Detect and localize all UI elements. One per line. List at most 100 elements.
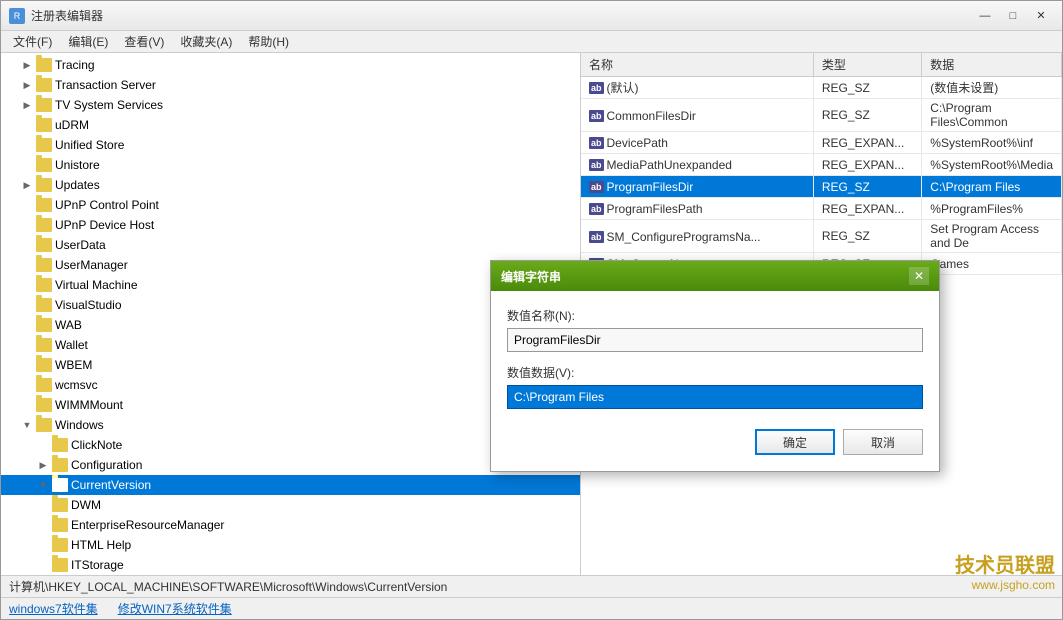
table-row[interactable]: ab DevicePathREG_EXPAN...%SystemRoot%\in… [581, 132, 1062, 154]
table-row[interactable]: ab SM_ConfigureProgramsNa...REG_SZSet Pr… [581, 220, 1062, 253]
expand-arrow-transaction[interactable] [21, 79, 33, 91]
tree-item-userdata[interactable]: UserData [1, 235, 580, 255]
table-row[interactable]: ab ProgramFilesDirREG_SZC:\Program Files [581, 176, 1062, 198]
tree-label-wimmount: WIMMMount [55, 398, 123, 412]
tree-label-vs: VisualStudio [55, 298, 122, 312]
table-row[interactable]: ab (默认)REG_SZ(数值未设置) [581, 77, 1062, 99]
folder-icon-currentversion [52, 478, 68, 492]
cell-name: ab (默认) [581, 77, 813, 99]
tree-item-tracing[interactable]: Tracing [1, 55, 580, 75]
tree-item-dwm[interactable]: DWM [1, 495, 580, 515]
expand-arrow-configuration[interactable] [37, 459, 49, 471]
expand-arrow-itstorage [37, 559, 49, 571]
expand-arrow-wallet [21, 339, 33, 351]
cell-type: REG_EXPAN... [813, 198, 921, 220]
name-input[interactable] [507, 328, 923, 352]
table-row[interactable]: ab MediaPathUnexpandedREG_EXPAN...%Syste… [581, 154, 1062, 176]
tree-item-tv-system[interactable]: TV System Services [1, 95, 580, 115]
tree-label-transaction: Transaction Server [55, 78, 156, 92]
folder-icon-clicknote [52, 438, 68, 452]
folder-icon-userdata [36, 238, 52, 252]
tree-label-wbem: WBEM [55, 358, 92, 372]
status-path: 计算机\HKEY_LOCAL_MACHINE\SOFTWARE\Microsof… [9, 578, 447, 595]
expand-arrow-upnp-device [21, 219, 33, 231]
menu-edit[interactable]: 编辑(E) [60, 31, 116, 52]
expand-arrow-unistore [21, 159, 33, 171]
table-row[interactable]: ab CommonFilesDirREG_SZC:\Program Files\… [581, 99, 1062, 132]
minimize-button[interactable]: — [972, 6, 998, 26]
cell-name: ab CommonFilesDir [581, 99, 813, 132]
folder-icon-unified [36, 138, 52, 152]
tree-label-upnp-device: UPnP Device Host [55, 218, 154, 232]
folder-icon-wcmsvc [36, 378, 52, 392]
folder-icon-htmlhelp [52, 538, 68, 552]
folder-icon-tracing [36, 58, 52, 72]
tree-item-unistore[interactable]: Unistore [1, 155, 580, 175]
cancel-button[interactable]: 取消 [843, 429, 923, 455]
tree-label-tracing: Tracing [55, 58, 95, 72]
tree-label-wallet: Wallet [55, 338, 88, 352]
tree-label-wcmsvc: wcmsvc [55, 378, 98, 392]
cell-name: ab MediaPathUnexpanded [581, 154, 813, 176]
name-label: 数值名称(N): [507, 307, 923, 324]
folder-icon-udrm [36, 118, 52, 132]
folder-icon-transaction [36, 78, 52, 92]
confirm-button[interactable]: 确定 [755, 429, 835, 455]
tree-label-wab: WAB [55, 318, 82, 332]
tree-item-upnp-device[interactable]: UPnP Device Host [1, 215, 580, 235]
cell-data: Set Program Access and De [922, 220, 1062, 253]
expand-arrow-currentversion[interactable] [37, 479, 49, 491]
folder-icon-tv [36, 98, 52, 112]
tree-item-upnp-control[interactable]: UPnP Control Point [1, 195, 580, 215]
tree-item-enterprise[interactable]: EnterpriseResourceManager [1, 515, 580, 535]
tree-label-tv: TV System Services [55, 98, 163, 112]
cell-name: ab ProgramFilesDir [581, 176, 813, 198]
tree-item-transaction-server[interactable]: Transaction Server [1, 75, 580, 95]
tree-item-udrm[interactable]: uDRM [1, 115, 580, 135]
expand-arrow-updates[interactable] [21, 179, 33, 191]
expand-arrow-dwm [37, 499, 49, 511]
dialog-close-button[interactable]: ✕ [909, 267, 929, 285]
data-input[interactable] [507, 385, 923, 409]
tree-item-currentversion[interactable]: CurrentVersion [1, 475, 580, 495]
folder-icon-wallet [36, 338, 52, 352]
edit-string-dialog[interactable]: 编辑字符串 ✕ 数值名称(N): 数值数据(V): 确定 取消 [490, 260, 940, 472]
maximize-button[interactable]: □ [1000, 6, 1026, 26]
cell-type: REG_SZ [813, 99, 921, 132]
menu-favorites[interactable]: 收藏夹(A) [172, 31, 240, 52]
menu-bar: 文件(F) 编辑(E) 查看(V) 收藏夹(A) 帮助(H) [1, 31, 1062, 53]
dialog-title-text: 编辑字符串 [501, 268, 561, 285]
expand-arrow-windows[interactable] [21, 419, 33, 431]
tree-label-enterprise: EnterpriseResourceManager [71, 518, 224, 532]
expand-arrow-wab [21, 319, 33, 331]
tree-item-htmlhelp[interactable]: HTML Help [1, 535, 580, 555]
folder-icon-updates [36, 178, 52, 192]
tree-item-updates[interactable]: Updates [1, 175, 580, 195]
status-bar: 计算机\HKEY_LOCAL_MACHINE\SOFTWARE\Microsof… [1, 575, 1062, 597]
cell-data: %ProgramFiles% [922, 198, 1062, 220]
folder-icon-windows [36, 418, 52, 432]
menu-file[interactable]: 文件(F) [5, 31, 60, 52]
menu-view[interactable]: 查看(V) [116, 31, 172, 52]
cell-type: REG_SZ [813, 77, 921, 99]
expand-arrow-vs [21, 299, 33, 311]
table-row[interactable]: ab ProgramFilesPathREG_EXPAN...%ProgramF… [581, 198, 1062, 220]
expand-arrow-userdata [21, 239, 33, 251]
cell-data: Games [922, 253, 1062, 275]
tree-item-itstorage[interactable]: ITStorage [1, 555, 580, 575]
menu-help[interactable]: 帮助(H) [240, 31, 297, 52]
expand-arrow-enterprise [37, 519, 49, 531]
cell-name: ab SM_ConfigureProgramsNa... [581, 220, 813, 253]
expand-arrow-tv[interactable] [21, 99, 33, 111]
expand-arrow-tracing[interactable] [21, 59, 33, 71]
cell-name: ab DevicePath [581, 132, 813, 154]
folder-icon-vs [36, 298, 52, 312]
tree-item-unified-store[interactable]: Unified Store [1, 135, 580, 155]
folder-icon-wbem [36, 358, 52, 372]
dialog-buttons: 确定 取消 [507, 429, 923, 455]
tree-label-dwm: DWM [71, 498, 101, 512]
folder-icon-itstorage [52, 558, 68, 572]
close-button[interactable]: ✕ [1028, 6, 1054, 26]
expand-arrow-udrm [21, 119, 33, 131]
cell-name: ab ProgramFilesPath [581, 198, 813, 220]
